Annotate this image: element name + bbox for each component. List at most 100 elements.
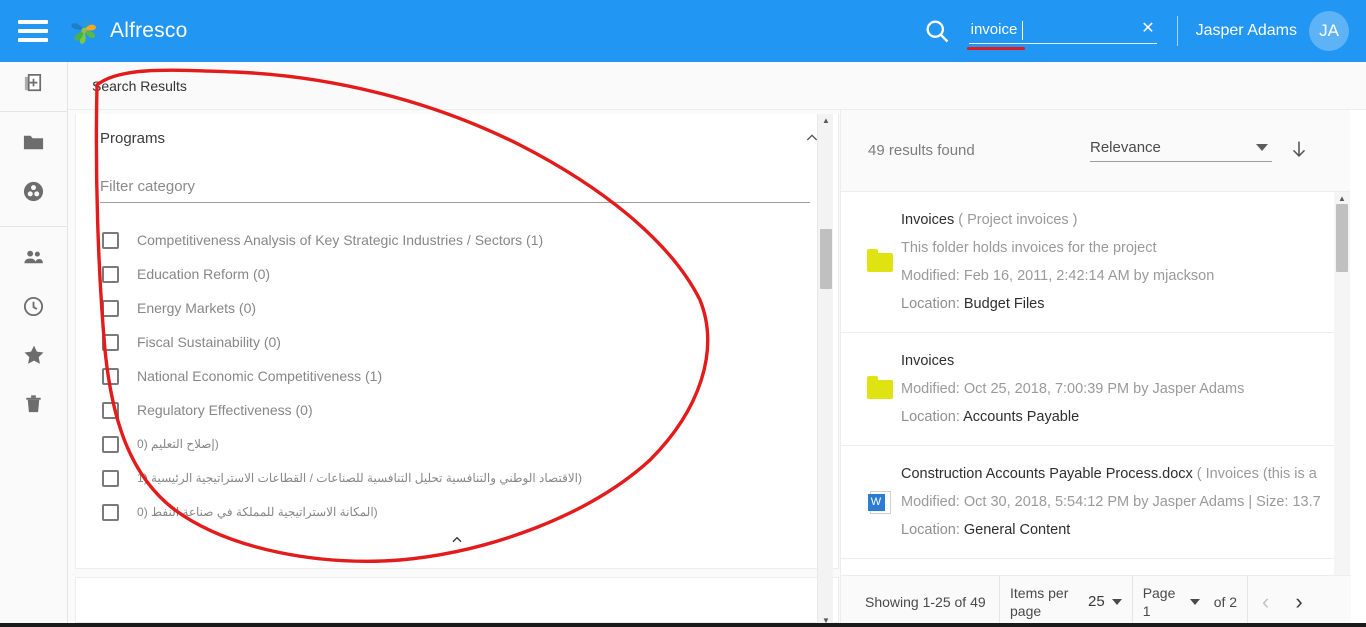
checkbox-icon[interactable]: [102, 265, 119, 283]
search-field-wrapper: ✕: [966, 18, 1157, 50]
facet-option-label: (الاقتصاد الوطني والتنافسية تحليل التناف…: [137, 471, 582, 485]
result-context: ( Invoices (this is a: [1192, 466, 1317, 482]
brand-name: Alfresco: [110, 19, 188, 42]
folder-icon-wrapper: [859, 347, 901, 431]
annotation-underline: [966, 46, 1025, 50]
result-modified: Modified: Feb 16, 2011, 2:42:14 AM by mj…: [901, 268, 1215, 284]
scroll-up-icon[interactable]: ▲: [818, 116, 834, 125]
facet-option-row[interactable]: National Economic Competitiveness (1): [76, 359, 838, 393]
facet-option-label: Energy Markets (0): [137, 300, 257, 316]
results-scrollbar-thumb[interactable]: [1336, 204, 1348, 272]
sidebar-item-personal-files[interactable]: [0, 120, 67, 169]
result-location-value[interactable]: General Content: [964, 522, 1070, 538]
items-per-page-label: Items per page: [1010, 584, 1069, 619]
result-item[interactable]: Invoices ( Project invoices ) This folder…: [841, 192, 1350, 333]
facet-column: Programs Competitiveness Analysis of Key…: [68, 110, 840, 627]
facet-filter-wrapper: [100, 178, 810, 203]
result-location-label: Location:: [901, 296, 964, 312]
shared-files-icon: [22, 180, 45, 208]
word-document-icon-wrapper: [859, 460, 901, 544]
checkbox-icon[interactable]: [102, 367, 119, 385]
result-item[interactable]: Invoices Modified: Oct 25, 2018, 7:00:39 …: [841, 333, 1350, 446]
result-modified: Modified: Oct 30, 2018, 5:54:12 PM by Ja…: [901, 494, 1321, 510]
result-item[interactable]: Construction Accounts Payable Process.do…: [841, 446, 1350, 559]
facet-option-row[interactable]: (إصلاح التعليم (0: [76, 427, 838, 461]
result-title[interactable]: Invoices: [901, 353, 954, 369]
folder-icon-wrapper: [859, 206, 901, 318]
chevron-left-icon[interactable]: ‹: [1262, 589, 1269, 615]
items-per-page-value: 25: [1088, 593, 1105, 610]
sidebar-item-recent-files[interactable]: [0, 284, 67, 333]
chevron-right-icon[interactable]: ›: [1295, 589, 1302, 615]
facet-header: Programs: [76, 114, 838, 148]
folder-icon: [22, 131, 45, 159]
page-title: Search Results: [92, 77, 187, 94]
facet-option-row[interactable]: Fiscal Sustainability (0): [76, 325, 838, 359]
result-title[interactable]: Construction Accounts Payable Process.do…: [901, 466, 1193, 482]
facet-option-label: National Economic Competitiveness (1): [137, 368, 383, 384]
sidebar-item-trash[interactable]: [0, 382, 67, 431]
results-count: 49 results found: [868, 142, 975, 159]
content-area: Search Results Programs Filter category …: [68, 62, 1366, 627]
facet-option-label: Competitiveness Analysis of Key Strategi…: [137, 232, 544, 248]
sort-dropdown[interactable]: Relevance: [1090, 139, 1272, 162]
facet-collapse-bottom-icon[interactable]: [76, 533, 838, 550]
scroll-up-icon[interactable]: ▲: [1334, 194, 1350, 203]
result-title[interactable]: Invoices: [901, 212, 954, 228]
sort-selected-value: Relevance: [1090, 139, 1161, 156]
result-location-label: Location:: [901, 522, 964, 538]
facet-option-label: (إصلاح التعليم (0: [137, 437, 219, 451]
pagination-bar: Showing 1-25 of 49 Items per page 25 Pag…: [841, 575, 1351, 627]
facet-scrollbar[interactable]: ▲ ▼: [817, 114, 833, 627]
text-cursor: [1021, 20, 1023, 40]
pagination-showing: Showing 1-25 of 49: [841, 575, 1000, 627]
avatar[interactable]: JA: [1309, 11, 1349, 51]
facet-option-row[interactable]: Competitiveness Analysis of Key Strategi…: [76, 223, 838, 257]
checkbox-icon[interactable]: [102, 231, 119, 249]
result-body: Invoices ( Project invoices ) This folder…: [901, 206, 1350, 318]
checkbox-icon[interactable]: [102, 299, 119, 317]
arrow-down-icon[interactable]: [1288, 138, 1310, 164]
close-icon[interactable]: ✕: [1141, 20, 1154, 38]
chevron-down-icon: [1111, 598, 1122, 605]
facet-option-label: Fiscal Sustainability (0): [137, 334, 281, 350]
hamburger-icon[interactable]: [18, 20, 48, 42]
word-document-icon: [867, 490, 891, 514]
checkbox-icon[interactable]: [102, 469, 119, 487]
sidebar-item-favorites[interactable]: [0, 333, 67, 382]
sidebar-item-shared-files[interactable]: [0, 235, 67, 284]
checkbox-icon[interactable]: [102, 333, 119, 351]
page-selector-control[interactable]: Page 1 of 2: [1133, 575, 1249, 627]
result-context: ( Project invoices ): [954, 212, 1078, 228]
result-location-value[interactable]: Budget Files: [964, 296, 1045, 312]
app-header: Alfresco ✕ Jasper Adams JA: [0, 0, 1366, 62]
checkbox-icon[interactable]: [102, 435, 119, 453]
facet-scrollbar-thumb[interactable]: [820, 229, 832, 289]
facet-title: Programs: [100, 130, 166, 147]
search-input[interactable]: [968, 18, 1157, 44]
window-bottom-bar: [0, 623, 1366, 627]
result-location-label: Location:: [901, 409, 964, 425]
facet-option-row[interactable]: Energy Markets (0): [76, 291, 838, 325]
results-column: 49 results found Relevance Invoices ( Pr…: [840, 110, 1351, 627]
sidebar-item-create[interactable]: [0, 62, 67, 111]
header-right-group: ✕ Jasper Adams JA: [923, 0, 1366, 62]
folder-icon: [867, 375, 893, 399]
checkbox-icon[interactable]: [102, 503, 119, 521]
header-divider: [1176, 16, 1178, 46]
search-icon[interactable]: [923, 17, 951, 45]
result-location-value[interactable]: Accounts Payable: [963, 409, 1079, 425]
facet-option-row[interactable]: (الاقتصاد الوطني والتنافسية تحليل التناف…: [76, 461, 838, 495]
facet-option-row[interactable]: Education Reform (0): [76, 257, 838, 291]
facet-option-row[interactable]: (المكانة الاستراتيجية للمملكة في صناعة ا…: [76, 495, 838, 529]
facet-option-label: Education Reform (0): [137, 266, 271, 282]
star-icon: [22, 343, 46, 372]
checkbox-icon[interactable]: [102, 401, 119, 419]
filter-category-input[interactable]: [100, 178, 810, 203]
chevron-down-icon: [1189, 598, 1200, 605]
facet-option-label: Regulatory Effectiveness (0): [137, 402, 313, 418]
facet-option-row[interactable]: Regulatory Effectiveness (0): [76, 393, 838, 427]
sidebar-item-file-libraries[interactable]: [0, 169, 67, 218]
results-scrollbar[interactable]: ▲ ▼: [1334, 192, 1350, 592]
items-per-page-control[interactable]: Items per page 25: [1000, 575, 1133, 627]
